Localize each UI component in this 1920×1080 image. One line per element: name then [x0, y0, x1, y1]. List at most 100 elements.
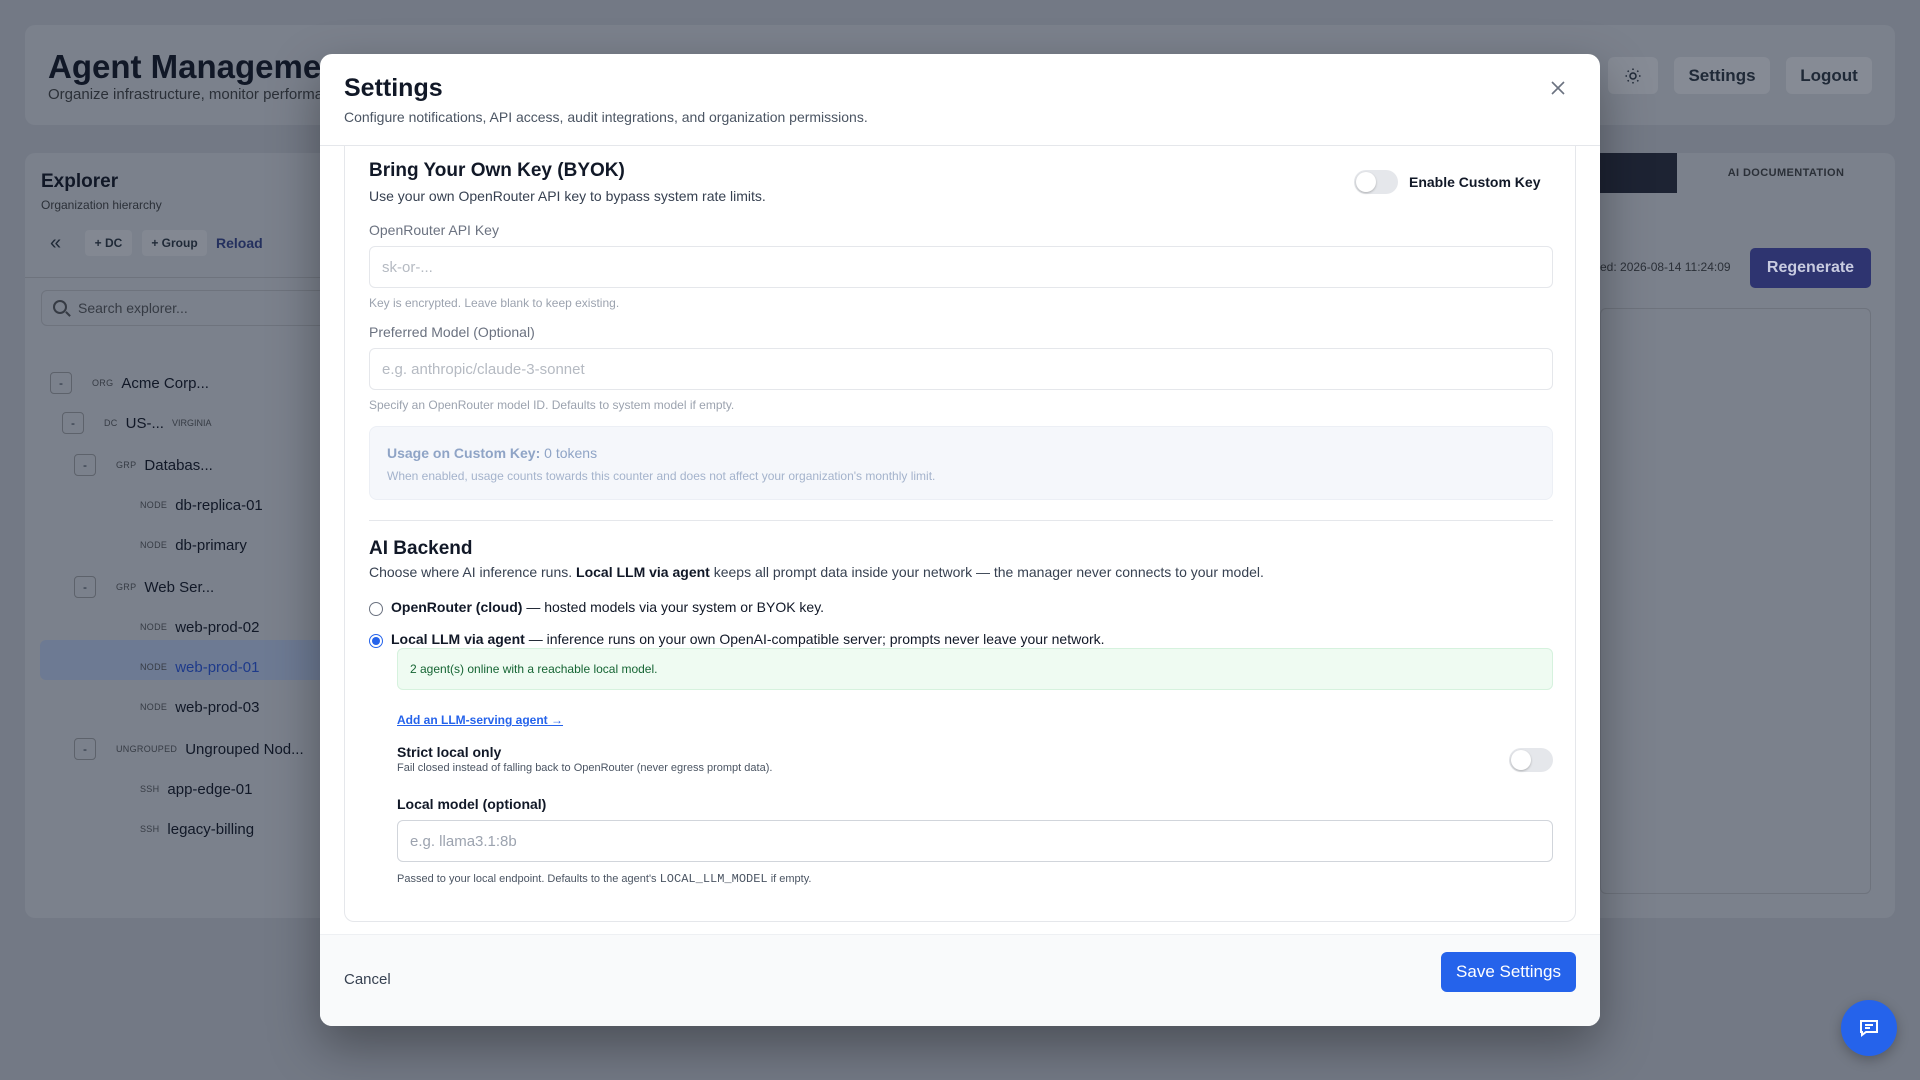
tree-item-name: US-...	[125, 414, 164, 432]
tree-toggle[interactable]: -	[74, 576, 96, 598]
tree-item[interactable]: NODE db-primary	[140, 530, 247, 560]
backend-radio-local[interactable]	[369, 634, 383, 648]
tree-item[interactable]: NODE web-prod-03	[140, 692, 259, 722]
byok-title: Bring Your Own Key (BYOK)	[369, 160, 625, 181]
tree-item-kind: NODE	[140, 702, 168, 712]
save-settings-button[interactable]: Save Settings	[1441, 952, 1576, 992]
tree-item-name: db-primary	[175, 536, 247, 554]
tree-item-name: legacy-billing	[167, 820, 255, 838]
preferred-model-label: Preferred Model (Optional)	[369, 324, 535, 340]
close-button[interactable]	[1546, 76, 1570, 100]
local-model-env-var: LOCAL_LLM_MODEL	[659, 872, 768, 886]
tree-item[interactable]: - DC US-... VIRGINIA	[62, 408, 211, 438]
collapse-icon[interactable]: «	[50, 232, 61, 255]
tree-item[interactable]: - GRP Databas...	[74, 450, 213, 480]
app-subtitle: Organize infrastructure, monitor perform…	[48, 86, 348, 103]
usage-label: Usage on Custom Key:	[387, 445, 541, 461]
tree-toggle[interactable]: -	[74, 738, 96, 760]
tree-toggle[interactable]: -	[74, 454, 96, 476]
tree-item-kind: GRP	[116, 582, 137, 592]
tree-item-name: Ungrouped Nod...	[185, 740, 304, 758]
tree-item-name: web-prod-03	[175, 698, 260, 716]
backend-radio-cloud[interactable]	[369, 602, 383, 616]
chat-icon	[1860, 1020, 1878, 1037]
tree-item-kind: NODE	[140, 540, 168, 550]
ai-settings-card: Bring Your Own Key (BYOK) Use your own O…	[344, 146, 1576, 922]
local-model-label: Local model (optional)	[397, 796, 547, 812]
tree-item-name: web-prod-01	[175, 658, 260, 676]
tree-item-kind: UNGROUPED	[116, 744, 178, 754]
backend-option-local-rest: — inference runs on your own OpenAI-comp…	[524, 631, 1105, 647]
add-llm-agent-link[interactable]: Add an LLM-serving agent →	[397, 713, 563, 727]
strict-local-toggle[interactable]	[1509, 748, 1553, 772]
cancel-button[interactable]: Cancel	[344, 971, 391, 988]
explorer-title: Explorer	[41, 171, 119, 192]
tree-item[interactable]: NODE web-prod-01	[140, 652, 259, 682]
preferred-model-help: Specify an OpenRouter model ID. Defaults…	[369, 398, 735, 412]
tree-item-name: Databas...	[144, 456, 213, 474]
close-icon	[1551, 81, 1565, 95]
backend-option-cloud-label[interactable]: OpenRouter (cloud) — hosted models via y…	[391, 599, 824, 615]
ai-backend-desc-suffix: keeps all prompt data inside your networ…	[709, 564, 1264, 580]
api-key-input[interactable]	[369, 246, 1553, 288]
backend-option-cloud-bold: OpenRouter (cloud)	[391, 599, 523, 615]
tree-toggle[interactable]: -	[50, 372, 72, 394]
tree-item-kind: SSH	[140, 784, 160, 794]
usage-note: When enabled, usage counts towards this …	[387, 469, 936, 483]
tree-item-kind: DC	[104, 418, 118, 428]
usage-line: Usage on Custom Key: 0 tokens	[387, 445, 597, 461]
generated-timestamp: ed: 2026-08-14 11:24:09	[1600, 260, 1731, 274]
tree-item-name: Web Ser...	[144, 578, 215, 596]
local-model-help: Passed to your local endpoint. Defaults …	[397, 872, 811, 886]
enable-custom-key-toggle[interactable]	[1354, 170, 1398, 194]
modal-description: Configure notifications, API access, aud…	[344, 109, 868, 125]
local-model-help-suffix: if empty.	[767, 873, 812, 885]
tree-item[interactable]: SSH app-edge-01	[140, 774, 252, 804]
tree-item[interactable]: - ORG Acme Corp...	[50, 368, 209, 398]
local-agent-status: 2 agent(s) online with a reachable local…	[397, 648, 1553, 690]
ai-backend-title: AI Backend	[369, 538, 473, 559]
chat-fab-button[interactable]	[1841, 1000, 1897, 1056]
tab-active[interactable]	[1600, 153, 1677, 193]
tree-item[interactable]: NODE web-prod-02	[140, 612, 259, 642]
add-group-button[interactable]: + Group	[142, 230, 207, 256]
backend-option-local-bold: Local LLM via agent	[391, 631, 525, 647]
tree-item-kind: NODE	[140, 500, 168, 510]
local-model-input[interactable]	[397, 820, 1553, 862]
tree-item-kind: GRP	[116, 460, 137, 470]
modal-header: Settings Configure notifications, API ac…	[320, 54, 1600, 146]
reload-link[interactable]: Reload	[216, 235, 263, 251]
theme-toggle-button[interactable]	[1608, 57, 1658, 94]
logout-button[interactable]: Logout	[1786, 57, 1872, 94]
tree-item[interactable]: - UNGROUPED Ungrouped Nod...	[74, 734, 304, 764]
strict-local-description: Fail closed instead of falling back to O…	[397, 762, 773, 774]
tab-ai-documentation[interactable]: AI DOCUMENTATION	[1677, 153, 1895, 193]
section-divider	[369, 520, 1553, 521]
explorer-subtitle: Organization hierarchy	[41, 198, 162, 212]
regenerate-button[interactable]: Regenerate	[1750, 248, 1871, 288]
usage-value: 0 tokens	[544, 445, 598, 461]
tree-item[interactable]: NODE db-replica-01	[140, 490, 263, 520]
backend-option-local-label[interactable]: Local LLM via agent — inference runs on …	[391, 631, 1105, 647]
backend-option-cloud-rest: — hosted models via your system or BYOK …	[522, 599, 825, 615]
tree-item[interactable]: - GRP Web Ser...	[74, 572, 214, 602]
custom-key-usage-box: Usage on Custom Key: 0 tokens When enabl…	[369, 426, 1553, 500]
sun-icon	[1625, 68, 1641, 83]
explorer-search-input[interactable]: Search explorer...	[41, 290, 341, 326]
tree-item-kind: SSH	[140, 824, 160, 834]
settings-modal: Settings Configure notifications, API ac…	[320, 54, 1600, 1026]
tree-item[interactable]: SSH legacy-billing	[140, 814, 254, 844]
ai-backend-desc-bold: Local LLM via agent	[576, 564, 710, 580]
enable-custom-key-label: Enable Custom Key	[1409, 174, 1541, 190]
app-title: Agent Management	[48, 48, 353, 85]
preferred-model-input[interactable]	[369, 348, 1553, 390]
tree-toggle[interactable]: -	[62, 412, 84, 434]
api-key-label: OpenRouter API Key	[369, 222, 499, 238]
strict-local-label: Strict local only	[397, 744, 502, 760]
settings-button[interactable]: Settings	[1674, 57, 1770, 94]
modal-title: Settings	[344, 74, 443, 102]
add-dc-button[interactable]: + DC	[85, 230, 132, 256]
explorer-divider	[25, 277, 325, 278]
tree-item-name: web-prod-02	[175, 618, 260, 636]
tree-item-name: db-replica-01	[175, 496, 263, 514]
